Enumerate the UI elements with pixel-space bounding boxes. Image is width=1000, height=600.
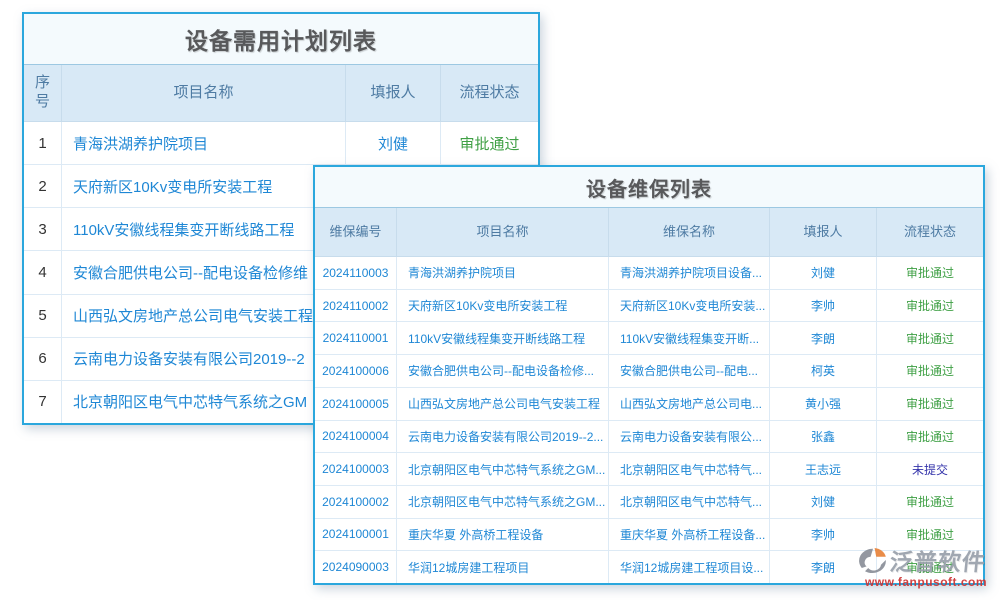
table-row: 2024110001 110kV安徽线程集变开断线路工程 110kV安徽线程集变… xyxy=(315,321,983,354)
row-no: 1 xyxy=(24,122,62,164)
status-badge: 审批通过 xyxy=(877,290,983,322)
status-badge: 审批通过 xyxy=(441,122,538,164)
plan-table-title: 设备需用计划列表 xyxy=(24,14,538,65)
filler-name: 李帅 xyxy=(770,290,877,322)
maintenance-name-link[interactable]: 云南电力设备安装有限公... xyxy=(609,421,770,453)
row-no: 7 xyxy=(24,381,62,423)
maintenance-name-link[interactable]: 天府新区10Kv变电所安装... xyxy=(609,290,770,322)
maintenance-name-link[interactable]: 北京朝阳区电气中芯特气... xyxy=(609,453,770,485)
maintenance-name-link[interactable]: 山西弘文房地产总公司电... xyxy=(609,388,770,420)
maintenance-table-body: 2024110003 青海洪湖养护院项目 青海洪湖养护院项目设备... 刘健 审… xyxy=(315,257,983,583)
status-badge: 审批通过 xyxy=(877,421,983,453)
maintenance-name-link[interactable]: 安徽合肥供电公司--配电... xyxy=(609,355,770,387)
project-name-link[interactable]: 山西弘文房地产总公司电气安装工程 xyxy=(397,388,609,420)
plan-header-filler: 填报人 xyxy=(346,65,441,121)
filler-name: 柯英 xyxy=(770,355,877,387)
maint-header-filler: 填报人 xyxy=(770,208,877,256)
project-name-link[interactable]: 安徽合肥供电公司--配电设备检修维 xyxy=(62,251,346,293)
brand-name: 泛普软件 xyxy=(888,543,988,577)
project-name-link[interactable]: 安徽合肥供电公司--配电设备检修... xyxy=(397,355,609,387)
table-row: 2024100002 北京朝阳区电气中芯特气系统之GM... 北京朝阳区电气中芯… xyxy=(315,485,983,518)
maintenance-id-link[interactable]: 2024110003 xyxy=(315,257,397,289)
table-row: 1 青海洪湖养护院项目 刘健 审批通过 xyxy=(24,122,538,164)
status-badge: 审批通过 xyxy=(877,388,983,420)
plan-table-header-row: 序 号 项目名称 填报人 流程状态 xyxy=(24,65,538,122)
project-name-link[interactable]: 北京朝阳区电气中芯特气系统之GM... xyxy=(397,453,609,485)
maintenance-id-link[interactable]: 2024100004 xyxy=(315,421,397,453)
maintenance-id-link[interactable]: 2024100002 xyxy=(315,486,397,518)
maint-header-project: 项目名称 xyxy=(397,208,609,256)
filler-name: 刘健 xyxy=(770,257,877,289)
project-name-link[interactable]: 天府新区10Kv变电所安装工程 xyxy=(397,290,609,322)
maintenance-id-link[interactable]: 2024110001 xyxy=(315,322,397,354)
row-no: 3 xyxy=(24,208,62,250)
status-badge: 审批通过 xyxy=(877,257,983,289)
maintenance-name-link[interactable]: 重庆华夏 外高桥工程设备... xyxy=(609,519,770,551)
table-row: 2024100006 安徽合肥供电公司--配电设备检修... 安徽合肥供电公司-… xyxy=(315,354,983,387)
project-name-link[interactable]: 云南电力设备安装有限公司2019--2 xyxy=(62,338,346,380)
status-badge: 审批通过 xyxy=(877,322,983,354)
equipment-maintenance-table: 设备维保列表 维保编号 项目名称 维保名称 填报人 流程状态 202411000… xyxy=(313,165,985,585)
maintenance-name-link[interactable]: 华润12城房建工程项目设... xyxy=(609,551,770,583)
maintenance-id-link[interactable]: 2024100006 xyxy=(315,355,397,387)
table-row: 2024110002 天府新区10Kv变电所安装工程 天府新区10Kv变电所安装… xyxy=(315,289,983,322)
maintenance-id-link[interactable]: 2024110002 xyxy=(315,290,397,322)
table-row: 2024100003 北京朝阳区电气中芯特气系统之GM... 北京朝阳区电气中芯… xyxy=(315,452,983,485)
project-name-link[interactable]: 北京朝阳区电气中芯特气系统之GM... xyxy=(397,486,609,518)
project-name-link[interactable]: 110kV安徽线程集变开断线路工程 xyxy=(397,322,609,354)
maintenance-table-title: 设备维保列表 xyxy=(315,167,983,208)
filler-name: 张鑫 xyxy=(770,421,877,453)
maintenance-name-link[interactable]: 青海洪湖养护院项目设备... xyxy=(609,257,770,289)
filler-name: 刘健 xyxy=(770,486,877,518)
project-name-link[interactable]: 华润12城房建工程项目 xyxy=(397,551,609,583)
plan-header-no: 序 号 xyxy=(24,65,62,121)
status-badge: 未提交 xyxy=(877,453,983,485)
row-no: 6 xyxy=(24,338,62,380)
maint-header-id: 维保编号 xyxy=(315,208,397,256)
maintenance-id-link[interactable]: 2024100005 xyxy=(315,388,397,420)
maintenance-table-header-row: 维保编号 项目名称 维保名称 填报人 流程状态 xyxy=(315,208,983,257)
maintenance-id-link[interactable]: 2024090003 xyxy=(315,551,397,583)
maintenance-name-link[interactable]: 北京朝阳区电气中芯特气... xyxy=(609,486,770,518)
maintenance-id-link[interactable]: 2024100001 xyxy=(315,519,397,551)
table-row: 2024100005 山西弘文房地产总公司电气安装工程 山西弘文房地产总公司电.… xyxy=(315,387,983,420)
status-badge: 审批通过 xyxy=(877,355,983,387)
status-badge: 审批通过 xyxy=(877,486,983,518)
row-no: 5 xyxy=(24,295,62,337)
project-name-link[interactable]: 云南电力设备安装有限公司2019--2... xyxy=(397,421,609,453)
fanpu-logo-icon xyxy=(856,544,890,576)
project-name-link[interactable]: 重庆华夏 外高桥工程设备 xyxy=(397,519,609,551)
table-row: 2024110003 青海洪湖养护院项目 青海洪湖养护院项目设备... 刘健 审… xyxy=(315,257,983,289)
project-name-link[interactable]: 青海洪湖养护院项目 xyxy=(62,122,346,164)
maintenance-name-link[interactable]: 110kV安徽线程集变开断... xyxy=(609,322,770,354)
maint-header-status: 流程状态 xyxy=(877,208,983,256)
maintenance-id-link[interactable]: 2024100003 xyxy=(315,453,397,485)
fanpu-watermark: 泛普软件 www.fanpusoft.com xyxy=(856,543,996,589)
row-no: 2 xyxy=(24,165,62,207)
plan-header-project: 项目名称 xyxy=(62,65,346,121)
filler-name: 刘健 xyxy=(346,122,441,164)
project-name-link[interactable]: 山西弘文房地产总公司电气安装工程 xyxy=(62,295,346,337)
project-name-link[interactable]: 天府新区10Kv变电所安装工程 xyxy=(62,165,346,207)
maint-header-name: 维保名称 xyxy=(609,208,770,256)
project-name-link[interactable]: 110kV安徽线程集变开断线路工程 xyxy=(62,208,346,250)
filler-name: 黄小强 xyxy=(770,388,877,420)
row-no: 4 xyxy=(24,251,62,293)
filler-name: 王志远 xyxy=(770,453,877,485)
table-row: 2024100004 云南电力设备安装有限公司2019--2... 云南电力设备… xyxy=(315,420,983,453)
project-name-link[interactable]: 北京朝阳区电气中芯特气系统之GM xyxy=(62,381,346,423)
project-name-link[interactable]: 青海洪湖养护院项目 xyxy=(397,257,609,289)
brand-url: www.fanpusoft.com xyxy=(856,575,996,589)
filler-name: 李朗 xyxy=(770,322,877,354)
plan-header-status: 流程状态 xyxy=(441,65,538,121)
